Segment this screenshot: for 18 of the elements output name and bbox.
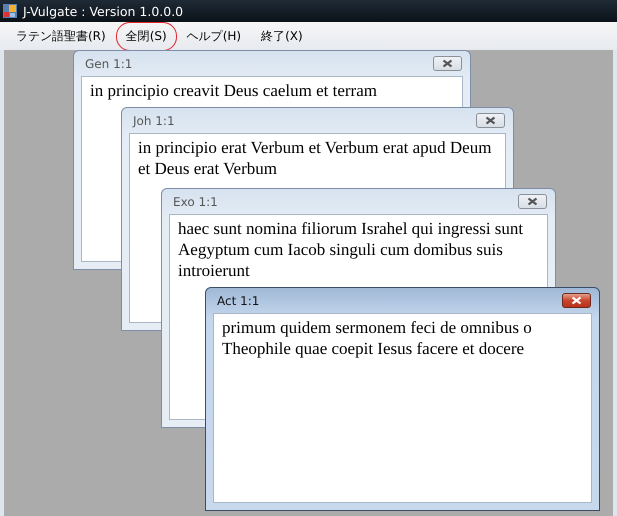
close-button[interactable] — [433, 56, 462, 71]
close-button[interactable] — [562, 293, 591, 308]
close-icon — [527, 197, 538, 206]
close-button[interactable] — [476, 113, 505, 128]
menu-item[interactable]: ラテン語聖書(R) — [6, 22, 116, 50]
close-icon — [571, 296, 582, 305]
window-title: Exo 1:1 — [172, 194, 219, 208]
close-button[interactable] — [518, 194, 547, 209]
window-title: Gen 1:1 — [84, 56, 134, 70]
close-icon — [485, 116, 496, 125]
window-title: Joh 1:1 — [131, 114, 176, 128]
window-title: Act 1:1 — [216, 294, 260, 308]
app-icon — [2, 3, 18, 19]
verse-text: primum quidem sermonem feci de omnibus o Theophile quae coepit Iesus facere et docere — [213, 313, 592, 503]
menu-item[interactable]: ヘルプ(H) — [176, 22, 252, 50]
menu-item[interactable]: 終了(X) — [251, 22, 313, 50]
close-icon — [442, 59, 453, 68]
app-title: J-Vulgate : Version 1.0.0.0 — [23, 4, 184, 18]
